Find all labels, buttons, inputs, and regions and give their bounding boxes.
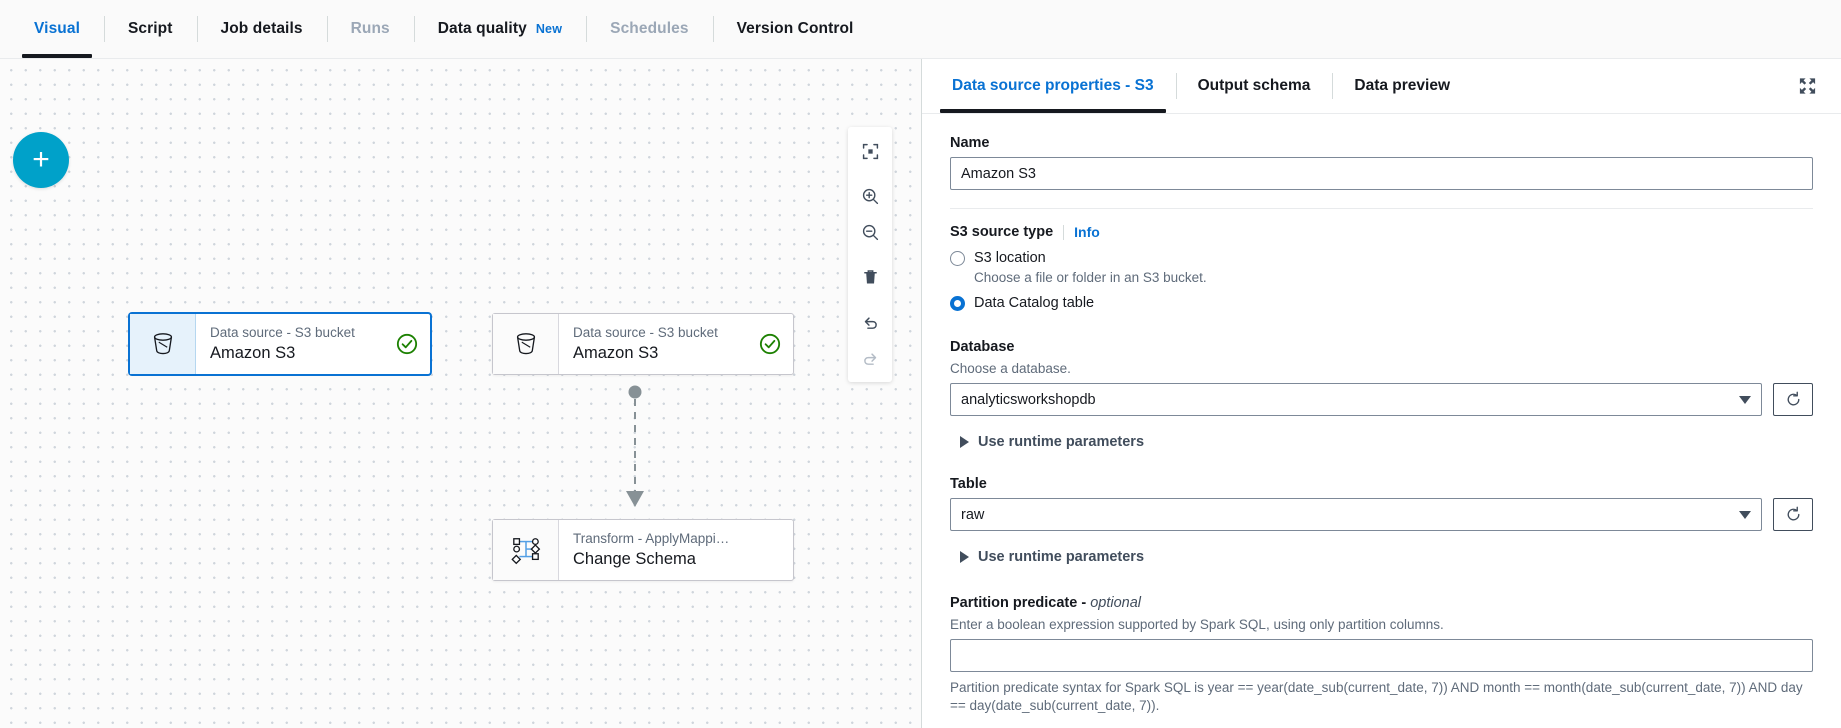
tab-data-quality-label: Data quality: [437, 20, 527, 37]
table-field-group: Table raw: [950, 476, 1813, 531]
tab-runs: Runs: [326, 0, 414, 58]
panel-content: Name S3 source type Info S3 location Cho…: [922, 114, 1841, 728]
tab-script[interactable]: Script: [103, 0, 197, 58]
delete-icon[interactable]: [850, 259, 890, 295]
triangle-right-icon: [960, 436, 969, 448]
radio-s3-location-help: Choose a file or folder in an S3 bucket.: [974, 270, 1207, 285]
name-label: Name: [950, 135, 990, 151]
graph-node-text: Data source - S3 bucket Amazon S3: [196, 314, 384, 374]
tab-data-preview-label: Data preview: [1354, 77, 1451, 94]
graph-node-title: Amazon S3: [573, 344, 659, 362]
table-runtime-parameters-expander[interactable]: Use runtime parameters: [960, 549, 1813, 565]
radio-s3-location[interactable]: S3 location: [950, 249, 1813, 268]
tab-data-source-properties[interactable]: Data source properties - S3: [930, 59, 1176, 113]
tab-version-control[interactable]: Version Control: [712, 0, 878, 58]
tab-runs-label: Runs: [350, 20, 390, 37]
database-select-row: analyticsworkshopdb: [950, 383, 1813, 416]
graph-node-subtitle: Transform - ApplyMappi…: [573, 531, 730, 546]
triangle-right-icon: [960, 551, 969, 563]
radio-data-catalog-table-label: Data Catalog table: [974, 295, 1095, 311]
new-badge: New: [535, 22, 563, 36]
info-link[interactable]: Info: [1074, 224, 1100, 240]
properties-panel: Data source properties - S3 Output schem…: [922, 59, 1841, 728]
tab-output-schema-label: Output schema: [1197, 77, 1311, 94]
tab-job-details-label: Job details: [220, 20, 303, 37]
partition-predicate-label-text: Partition predicate -: [950, 595, 1091, 611]
tab-data-quality[interactable]: Data quality New: [413, 0, 586, 58]
database-runtime-parameters-expander[interactable]: Use runtime parameters: [960, 434, 1813, 450]
partition-predicate-input[interactable]: [950, 639, 1813, 672]
fit-to-screen-icon[interactable]: [850, 133, 890, 169]
graph-node-s3-source-2[interactable]: Data source - S3 bucket Amazon S3: [492, 313, 794, 375]
graph-node-status-empty: [747, 520, 793, 580]
plus-icon: +: [32, 143, 50, 176]
divider: [950, 208, 1813, 209]
graph-node-subtitle: Data source - S3 bucket: [210, 325, 355, 340]
redo-icon: [850, 340, 890, 376]
source-type-label: S3 source type: [950, 224, 1054, 240]
graph-node-text: Transform - ApplyMappi… Change Schema: [559, 520, 747, 580]
database-select-value: analyticsworkshopdb: [961, 391, 1096, 408]
top-tab-bar: Visual Script Job details Runs Data qual…: [0, 0, 1841, 59]
s3-bucket-icon: [493, 314, 559, 374]
tab-visual-label: Visual: [34, 20, 80, 37]
radio-button[interactable]: [950, 296, 965, 311]
add-node-button[interactable]: +: [13, 132, 69, 188]
tab-data-source-properties-label: Data source properties - S3: [952, 77, 1154, 94]
database-refresh-button[interactable]: [1773, 383, 1813, 416]
radio-s3-location-label: S3 location: [974, 250, 1046, 266]
chevron-down-icon: [1739, 395, 1751, 404]
canvas-toolbar: [848, 127, 892, 382]
partition-predicate-optional: optional: [1090, 595, 1141, 611]
check-circle-icon: [747, 314, 793, 374]
graph-node-change-schema[interactable]: Transform - ApplyMappi… Change Schema: [492, 519, 794, 581]
table-select[interactable]: raw: [950, 498, 1762, 531]
database-select[interactable]: analyticsworkshopdb: [950, 383, 1762, 416]
table-runtime-parameters-label: Use runtime parameters: [978, 549, 1145, 565]
radio-data-catalog-table[interactable]: Data Catalog table: [950, 294, 1813, 313]
database-runtime-parameters-label: Use runtime parameters: [978, 434, 1145, 450]
main-body: + Data source - S3 bucket Amazon S3 Data…: [0, 59, 1841, 728]
panel-tab-bar: Data source properties - S3 Output schem…: [922, 59, 1841, 114]
tab-script-label: Script: [127, 20, 173, 37]
apply-mapping-icon: [493, 520, 559, 580]
source-type-label-row: S3 source type Info: [950, 224, 1813, 240]
chevron-down-icon: [1739, 510, 1751, 519]
partition-predicate-label: Partition predicate - optional: [950, 595, 1813, 611]
expand-panel-icon[interactable]: [1792, 71, 1823, 102]
database-field-group: Database Choose a database. analyticswor…: [950, 339, 1813, 416]
tab-schedules-label: Schedules: [610, 20, 689, 37]
partition-predicate-description: Enter a boolean expression supported by …: [950, 617, 1444, 632]
tab-schedules: Schedules: [586, 0, 712, 58]
check-circle-icon: [384, 314, 430, 374]
table-label: Table: [950, 476, 987, 492]
tab-version-control-label: Version Control: [736, 20, 854, 37]
label-separator: [1063, 224, 1065, 240]
s3-bucket-icon: [130, 314, 196, 374]
table-select-value: raw: [961, 506, 985, 523]
graph-node-title: Change Schema: [573, 550, 696, 568]
partition-predicate-hint: Partition predicate syntax for Spark SQL…: [950, 680, 1803, 713]
zoom-out-icon[interactable]: [850, 214, 890, 250]
database-label: Database: [950, 339, 1015, 355]
tab-job-details[interactable]: Job details: [196, 0, 327, 58]
graph-node-title: Amazon S3: [210, 344, 296, 362]
database-description: Choose a database.: [950, 361, 1071, 376]
radio-button[interactable]: [950, 251, 965, 266]
content-bottom-spacer: [950, 715, 1813, 728]
tab-data-preview[interactable]: Data preview: [1332, 59, 1472, 113]
graph-node-s3-source-1[interactable]: Data source - S3 bucket Amazon S3: [129, 313, 431, 375]
node-connector: [626, 385, 644, 507]
zoom-in-icon[interactable]: [850, 178, 890, 214]
undo-icon[interactable]: [850, 304, 890, 340]
table-refresh-button[interactable]: [1773, 498, 1813, 531]
partition-predicate-group: Partition predicate - optional Enter a b…: [950, 595, 1813, 715]
tab-visual[interactable]: Visual: [10, 0, 104, 58]
tab-output-schema[interactable]: Output schema: [1175, 59, 1333, 113]
graph-node-subtitle: Data source - S3 bucket: [573, 325, 718, 340]
graph-node-text: Data source - S3 bucket Amazon S3: [559, 314, 747, 374]
name-input[interactable]: [950, 157, 1813, 190]
visual-canvas[interactable]: + Data source - S3 bucket Amazon S3 Data…: [0, 59, 922, 728]
table-select-row: raw: [950, 498, 1813, 531]
